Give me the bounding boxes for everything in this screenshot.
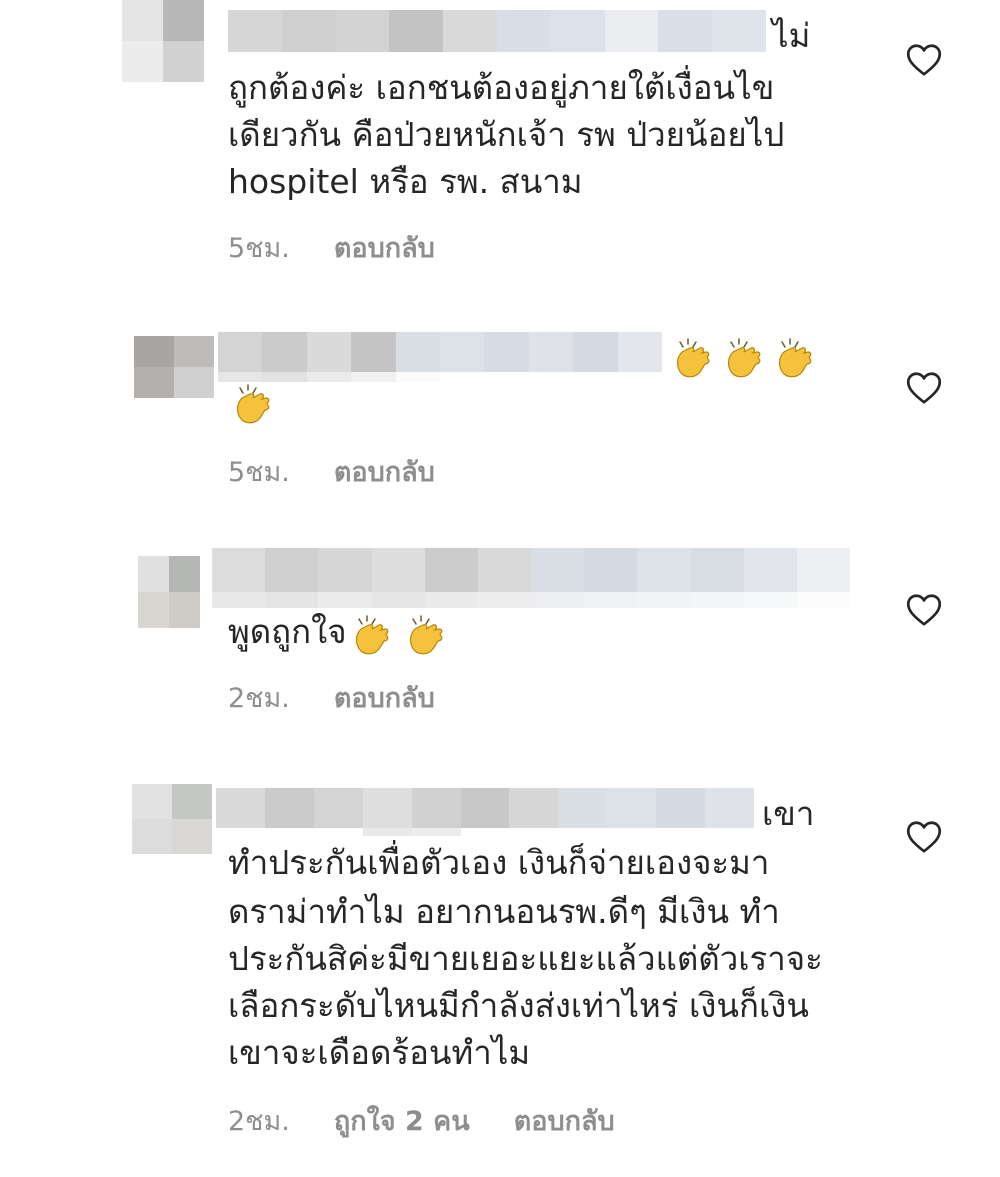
heart-outline-icon[interactable] [906, 371, 942, 405]
clapping-hands-emoji [403, 611, 449, 657]
comment-text-line: ดราม่าทำไม อยากนอนรพ.ดีๆ มีเงิน ทำ [228, 892, 780, 931]
avatar[interactable] [134, 336, 214, 398]
username-redacted[interactable] [212, 548, 850, 608]
avatar[interactable] [138, 556, 200, 628]
username-redacted[interactable] [228, 10, 766, 52]
username-redacted[interactable] [218, 332, 662, 382]
comment-meta: 5ชม. ตอบกลับ [228, 226, 435, 269]
timestamp[interactable]: 2ชม. [228, 1099, 290, 1142]
likes-count[interactable]: ถูกใจ 2 คน [334, 1099, 470, 1142]
avatar[interactable] [122, 0, 204, 82]
comment-text-line: เขา [762, 794, 815, 833]
comment-meta: 2ชม. ถูกใจ 2 คน ตอบกลับ [228, 1099, 615, 1142]
reply-button[interactable]: ตอบกลับ [334, 450, 435, 493]
emoji-row [670, 334, 818, 380]
reply-button[interactable]: ตอบกลับ [334, 676, 435, 719]
avatar[interactable] [132, 784, 212, 854]
clapping-hands-emoji [772, 334, 818, 380]
username-redacted[interactable] [216, 788, 754, 836]
emoji-row [230, 380, 276, 426]
clapping-hands-emoji [670, 334, 716, 380]
timestamp[interactable]: 5ชม. [228, 450, 290, 493]
comment-text-line: ประกันสิค่ะมีขายเยอะแยะแล้วแต่ตัวเราจะ [228, 939, 823, 978]
timestamp[interactable]: 2ชม. [228, 676, 290, 719]
comment-text-line: เขาจะเดือดร้อนทำไม [228, 1033, 531, 1072]
comment-text-line: เดียวกัน คือป่วยหนักเจ้า รพ ป่วยน้อยไป [228, 115, 785, 154]
clapping-hands-emoji [721, 334, 767, 380]
timestamp[interactable]: 5ชม. [228, 226, 290, 269]
comment-text: พูดถูกใจ [228, 612, 347, 651]
heart-outline-icon[interactable] [906, 593, 942, 627]
comment-text-line: พูดถูกใจ [228, 608, 449, 657]
comment-meta: 5ชม. ตอบกลับ [228, 450, 435, 493]
comment-text-line: ทำประกันเพื่อตัวเอง เงินก็จ่ายเองจะมา [228, 843, 770, 882]
comment-text-line: เลือกระดับไหนมีกำลังส่งเท่าไหร่ เงินก็เง… [228, 986, 809, 1025]
heart-outline-icon[interactable] [906, 43, 942, 77]
heart-outline-icon[interactable] [906, 820, 942, 854]
clapping-hands-emoji [349, 611, 395, 657]
reply-button[interactable]: ตอบกลับ [514, 1099, 615, 1142]
comment-text-line: hospitel หรือ รพ. สนาม [228, 162, 583, 201]
clapping-hands-emoji [230, 380, 276, 426]
comment-meta: 2ชม. ตอบกลับ [228, 676, 435, 719]
reply-button[interactable]: ตอบกลับ [334, 226, 435, 269]
comment-text-line: ถูกต้องค่ะ เอกชนต้องอยู่ภายใต้เงื่อนไข [228, 68, 775, 107]
comment-text-line: ไม่ [772, 16, 811, 55]
